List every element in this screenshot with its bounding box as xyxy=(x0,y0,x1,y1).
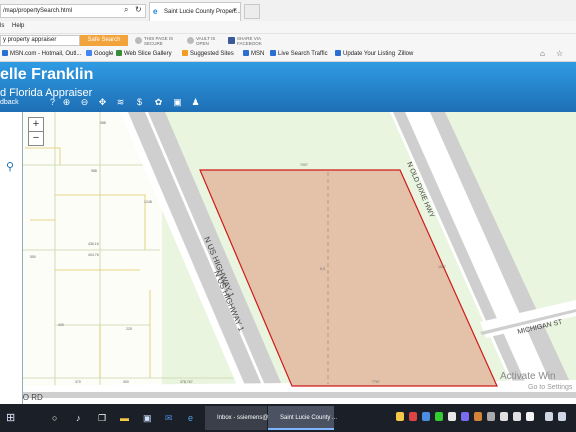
activate-windows-line1: Activate Win xyxy=(500,371,556,382)
outlook-icon[interactable]: ✉ xyxy=(165,404,173,432)
lot-label: 220 xyxy=(126,327,132,331)
google-icon xyxy=(86,50,92,56)
folder-icon[interactable]: ▬ xyxy=(120,404,129,432)
feedback-link[interactable]: dback xyxy=(0,99,19,106)
msn-icon xyxy=(2,50,8,56)
ie-icon: e xyxy=(153,7,158,16)
settings-icon[interactable]: ✿ xyxy=(153,97,164,108)
parcel-map[interactable]: N US HIGHWAY 1 N US HIGHWAY 1 N OLD DIXI… xyxy=(0,112,576,404)
street-view-icon[interactable]: ♟ xyxy=(190,97,201,108)
activate-windows-line2: Go to Settings xyxy=(528,384,573,391)
fav-msn[interactable]: MSN xyxy=(243,48,264,61)
parcel-label-top: 7007 xyxy=(300,163,308,167)
fav-update-listing[interactable]: Update Your Listing xyxy=(335,48,395,61)
tray-icon[interactable] xyxy=(461,412,469,421)
lot-label: 404.76 xyxy=(88,253,99,257)
fav-suggested-sites[interactable]: Suggested Sites xyxy=(182,48,234,61)
home-icon[interactable]: ⌂ xyxy=(540,49,545,58)
left-panel xyxy=(0,112,23,404)
facebook-icon xyxy=(228,37,235,44)
network-icon[interactable] xyxy=(513,412,521,421)
favorites-star-icon[interactable]: ☆ xyxy=(556,49,563,58)
tab-title: Saint Lucie County Propert... xyxy=(164,9,241,15)
tab-close-button[interactable]: × xyxy=(233,2,237,20)
page-title: elle Franklin xyxy=(0,66,94,83)
volume-icon[interactable] xyxy=(500,412,508,421)
lot-label: 400 xyxy=(58,323,64,327)
traffic-icon xyxy=(270,50,276,56)
taskbar-item-saint-lucie[interactable]: Saint Lucie County ... xyxy=(268,406,337,430)
new-tab-button[interactable] xyxy=(244,4,260,19)
share-line2: FACEBOOK xyxy=(237,41,262,46)
vault-line2: OPEN xyxy=(196,41,209,46)
listing-icon xyxy=(335,50,341,56)
edge-icon[interactable]: e xyxy=(188,404,193,432)
parcel-label-mid: 0.0 xyxy=(320,267,325,271)
lot-label: 1248 xyxy=(144,200,152,204)
microphone-icon[interactable]: ♪ xyxy=(76,404,81,432)
action-center-icon[interactable] xyxy=(526,412,534,421)
fav-msn-hotmail[interactable]: MSN.com - Hotmail, Outl... xyxy=(2,48,81,61)
lot-label: 370 xyxy=(75,380,81,384)
zoom-out-tool-icon[interactable]: ⊖ xyxy=(79,97,90,108)
windows-start-icon[interactable]: ⊞ xyxy=(6,404,15,432)
task-view-icon[interactable]: ❐ xyxy=(98,404,106,432)
dollar-icon[interactable]: $ xyxy=(134,97,145,108)
help-icon[interactable]: ? xyxy=(47,97,58,108)
lot-label: 550 xyxy=(30,255,36,259)
msn-icon xyxy=(243,50,249,56)
lot-label: 300 xyxy=(123,380,129,384)
fav-google[interactable]: Google xyxy=(86,48,113,61)
safe-search-button[interactable]: Safe Search xyxy=(80,35,128,46)
map-search-icon[interactable]: ⚲ xyxy=(6,160,14,173)
print-icon[interactable]: ▣ xyxy=(172,97,183,108)
taskbar-item-inbox[interactable]: Inbox - ssiemens@... xyxy=(205,406,273,430)
show-desktop-icon[interactable] xyxy=(558,412,566,421)
map-zoom-out-button[interactable]: − xyxy=(28,131,44,146)
fav-web-slice[interactable]: Web Slice Gallery xyxy=(116,48,172,61)
search-icon[interactable]: ⌕ xyxy=(124,3,128,17)
tray-icon[interactable] xyxy=(448,412,456,421)
tray-icon[interactable] xyxy=(435,412,443,421)
fav-live-search-traffic[interactable]: Live Search Traffic xyxy=(270,48,328,61)
notifications-icon[interactable] xyxy=(545,412,553,421)
tray-icon[interactable] xyxy=(422,412,430,421)
web-slice-icon xyxy=(116,50,122,56)
vault-icon xyxy=(187,37,194,44)
map-zoom-in-button[interactable]: + xyxy=(28,117,44,132)
tray-icon[interactable] xyxy=(487,412,495,421)
parcel-label-bottom: 7707 xyxy=(372,380,380,384)
lot-label: 436.16 xyxy=(88,242,99,246)
secure-line2: SECURE xyxy=(144,41,163,46)
layers-icon[interactable]: ≋ xyxy=(115,97,126,108)
toolbar-search-input[interactable]: y property appraiser xyxy=(0,35,80,46)
zoom-in-tool-icon[interactable]: ⊕ xyxy=(61,97,72,108)
parcel-label-right: 1007 xyxy=(438,265,446,269)
lock-icon xyxy=(135,37,142,44)
menu-bar: ls Help xyxy=(0,21,576,33)
lot-label: 370.767 xyxy=(180,380,193,384)
tray-icon[interactable] xyxy=(396,412,404,421)
refresh-icon[interactable]: ↻ xyxy=(135,3,142,17)
tray-icon[interactable] xyxy=(409,412,417,421)
suggested-sites-icon xyxy=(182,50,188,56)
store-icon[interactable]: ▣ xyxy=(143,404,152,432)
menu-item-tools[interactable]: ls xyxy=(0,23,4,29)
lot-label: 988 xyxy=(100,121,106,125)
lot-label: 988 xyxy=(91,169,97,173)
cortana-search-icon[interactable]: ○ xyxy=(52,404,57,432)
fav-zillow[interactable]: Zillow xyxy=(398,48,413,61)
tab-saint-lucie[interactable]: e Saint Lucie County Propert... xyxy=(149,2,241,21)
full-extent-icon[interactable]: ✥ xyxy=(97,97,108,108)
menu-item-help[interactable]: Help xyxy=(12,23,24,29)
tray-icon[interactable] xyxy=(474,412,482,421)
